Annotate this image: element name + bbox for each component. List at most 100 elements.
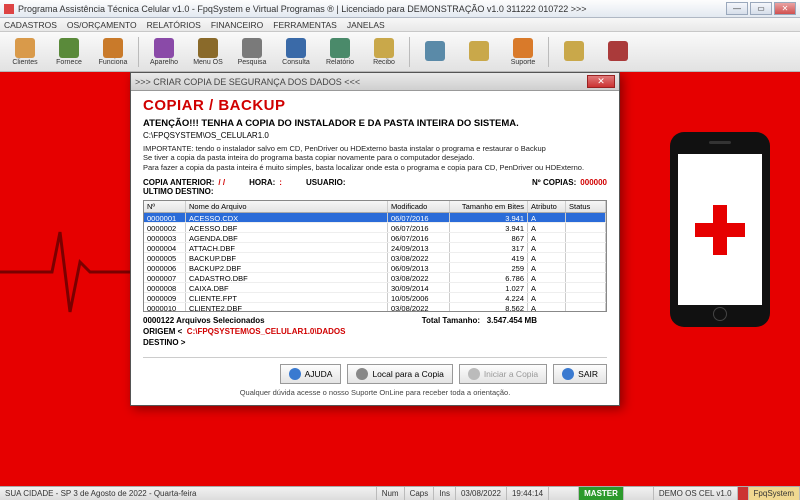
menubar: CADASTROS OS/ORÇAMENTO RELATÓRIOS FINANC… — [0, 18, 800, 32]
minimize-button[interactable]: — — [726, 2, 748, 15]
toolbar-icon — [374, 38, 394, 58]
table-row[interactable]: 0000010CLIENTE2.DBF03/08/20228.562A — [144, 303, 606, 312]
toolbar-label: Suporte — [511, 59, 536, 66]
toolbar-icon — [198, 38, 218, 58]
destino-row: DESTINO > — [143, 338, 607, 347]
table-row[interactable]: 0000009CLIENTE.FPT10/05/20064.224A — [144, 293, 606, 303]
status-ins: Ins — [434, 487, 456, 500]
toolbar-aparelho[interactable]: Aparelho — [143, 34, 185, 70]
dialog-heading: COPIAR / BACKUP — [143, 97, 607, 114]
toolbar-pesquisa[interactable]: Pesquisa — [231, 34, 273, 70]
toolbar: Clientes Fornece Funciona Aparelho Menu OS Pe… — [0, 32, 800, 72]
menu-cadastros[interactable]: CADASTROS — [4, 20, 57, 30]
toolbar-label: Menu OS — [193, 59, 223, 66]
toolbar-clientes[interactable]: Clientes — [4, 34, 46, 70]
app-icon — [4, 4, 14, 14]
toolbar-fornece[interactable]: Fornece — [48, 34, 90, 70]
sair-button[interactable]: SAIR — [553, 364, 607, 384]
table-row[interactable]: 0000007CADASTRO.DBF03/08/20226.786A — [144, 273, 606, 283]
toolbar-relatório[interactable]: Relatório — [319, 34, 361, 70]
statusbar: SUA CIDADE - SP 3 de Agosto de 2022 - Qu… — [0, 486, 800, 500]
menu-ferramentas[interactable]: FERRAMENTAS — [273, 20, 337, 30]
status-num: Num — [377, 487, 405, 500]
toolbar-icon — [242, 38, 262, 58]
toolbar-suporte[interactable]: Suporte — [502, 34, 544, 70]
table-row[interactable]: 0000004ATTACH.DBF24/09/2013317A — [144, 243, 606, 253]
status-demo: DEMO OS CEL v1.0 — [654, 487, 738, 500]
menu-janelas[interactable]: JANELAS — [347, 20, 385, 30]
phone-graphic — [670, 132, 770, 327]
table-row[interactable]: 0000008CAIXA.DBF30/09/20141.027A — [144, 283, 606, 293]
ajuda-button[interactable]: AJUDA — [280, 364, 342, 384]
table-row[interactable]: 0000001ACESSO.CDX06/07/20163.941A — [144, 213, 606, 223]
status-caps: Caps — [405, 487, 435, 500]
toolbar-btn9[interactable] — [414, 34, 456, 70]
toolbar-icon — [15, 38, 35, 58]
toolbar-label: Clientes — [12, 59, 37, 66]
origin-row: ORIGEM < C:\FPQSYSTEM\OS_CELULAR1.0\DADO… — [143, 327, 607, 336]
toolbar-label: Fornece — [56, 59, 82, 66]
toolbar-label: Consulta — [282, 59, 310, 66]
check-icon — [468, 368, 480, 380]
red-cross-icon — [695, 205, 745, 255]
iniciar-button: Iniciar a Copia — [459, 364, 547, 384]
toolbar-icon — [154, 38, 174, 58]
toolbar-icon — [608, 41, 628, 61]
meta-row: COPIA ANTERIOR: / / HORA: : USUARIO: Nº … — [143, 178, 607, 187]
table-row[interactable]: 0000005BACKUP.DBF03/08/2022419A — [144, 253, 606, 263]
summary-row: 0000122 Arquivos Selecionados Total Tama… — [143, 316, 607, 325]
dialog-warning: ATENÇÃO!!! TENHA A COPIA DO INSTALADOR E… — [143, 118, 607, 129]
toolbar-label: Pesquisa — [238, 59, 267, 66]
help-icon — [289, 368, 301, 380]
table-row[interactable]: 0000006BACKUP2.DBF06/09/2013259A — [144, 263, 606, 273]
workspace: >>> CRIAR COPIA DE SEGURANÇA DOS DADOS <… — [0, 72, 800, 486]
install-path: C:\FPQSYSTEM\OS_CELULAR1.0 — [143, 131, 607, 140]
toolbar-menu os[interactable]: Menu OS — [187, 34, 229, 70]
menu-relatorios[interactable]: RELATÓRIOS — [147, 20, 201, 30]
window-titlebar: Programa Assistência Técnica Celular v1.… — [0, 0, 800, 18]
toolbar-icon — [564, 41, 584, 61]
dialog-footnote: Qualquer dúvida acesse o nosso Suporte O… — [143, 388, 607, 397]
toolbar-icon — [425, 41, 445, 61]
toolbar-label: Recibo — [373, 59, 395, 66]
toolbar-label: Aparelho — [150, 59, 178, 66]
status-prog1 — [549, 487, 579, 500]
info-text: IMPORTANTE: tendo o instalador salvo em … — [143, 144, 607, 172]
toolbar-btn13[interactable] — [597, 34, 639, 70]
search-icon — [356, 368, 368, 380]
backup-dialog: >>> CRIAR COPIA DE SEGURANÇA DOS DADOS <… — [130, 72, 620, 406]
toolbar-recibo[interactable]: Recibo — [363, 34, 405, 70]
file-table[interactable]: Nº Nome do Arquivo Modificado Tamanho em… — [143, 200, 607, 312]
dialog-button-row: AJUDA Local para a Copia Iniciar a Copia… — [143, 357, 607, 384]
table-row[interactable]: 0000002ACESSO.DBF06/07/20163.941A — [144, 223, 606, 233]
menu-financeiro[interactable]: FINANCEIRO — [211, 20, 263, 30]
status-date: 03/08/2022 — [456, 487, 507, 500]
toolbar-icon — [103, 38, 123, 58]
status-left: SUA CIDADE - SP 3 de Agosto de 2022 - Qu… — [0, 487, 377, 500]
status-red-indicator — [738, 487, 749, 500]
toolbar-consulta[interactable]: Consulta — [275, 34, 317, 70]
dialog-close-button[interactable]: ✕ — [587, 75, 615, 88]
status-brand: FpqSystem — [749, 487, 800, 500]
toolbar-btn10[interactable] — [458, 34, 500, 70]
status-prog2 — [624, 487, 654, 500]
menu-osorcamento[interactable]: OS/ORÇAMENTO — [67, 20, 137, 30]
close-button[interactable]: ✕ — [774, 2, 796, 15]
local-button[interactable]: Local para a Copia — [347, 364, 452, 384]
toolbar-icon — [59, 38, 79, 58]
maximize-button[interactable]: ▭ — [750, 2, 772, 15]
toolbar-btn12[interactable] — [553, 34, 595, 70]
dialog-title: >>> CRIAR COPIA DE SEGURANÇA DOS DADOS <… — [135, 77, 360, 87]
status-time: 19:44:14 — [507, 487, 549, 500]
status-master: MASTER — [579, 487, 624, 500]
ultimo-destino-label: ULTIMO DESTINO: — [143, 187, 607, 196]
toolbar-icon — [330, 38, 350, 58]
table-header: Nº Nome do Arquivo Modificado Tamanho em… — [144, 201, 606, 213]
toolbar-label: Funciona — [99, 59, 128, 66]
toolbar-funciona[interactable]: Funciona — [92, 34, 134, 70]
exit-icon — [562, 368, 574, 380]
toolbar-label: Relatório — [326, 59, 354, 66]
table-row[interactable]: 0000003AGENDA.DBF06/07/2016867A — [144, 233, 606, 243]
toolbar-icon — [286, 38, 306, 58]
window-title: Programa Assistência Técnica Celular v1.… — [18, 4, 587, 14]
